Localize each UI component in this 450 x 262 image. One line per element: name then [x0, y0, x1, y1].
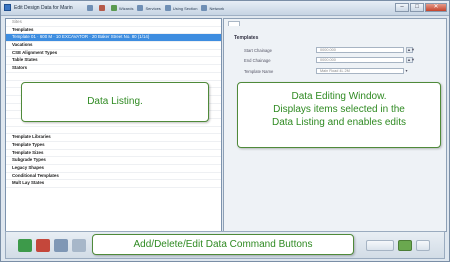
toolbar-cursor-button[interactable] — [99, 5, 107, 12]
minimize-button[interactable]: – — [395, 3, 409, 12]
data-editing-callout-line-3: Data Listing and enables edits — [272, 117, 406, 128]
list-item-selected[interactable]: Template 01 · 600 M · 10 EXCAVATOR · 20 … — [6, 34, 221, 43]
data-listing-callout: Data Listing. — [21, 82, 209, 122]
toolbar-using-section-button[interactable]: Using Section — [164, 5, 197, 12]
end-chainage-stepper[interactable]: ▲▼ — [406, 57, 415, 63]
list-item[interactable]: Subgrade Types — [6, 157, 221, 166]
toolbar-document-button[interactable] — [87, 5, 95, 12]
section-icon — [164, 5, 171, 11]
list-item[interactable]: Stators — [6, 65, 221, 73]
add-button[interactable] — [18, 239, 32, 252]
data-listing-panel: Sites Templates Template 01 · 600 M · 10 E… — [5, 18, 222, 232]
list-item[interactable]: Table States — [6, 57, 221, 66]
document-icon — [87, 5, 93, 11]
list-item[interactable]: Conditional Templates — [6, 173, 221, 181]
list-item[interactable]: Vacations — [6, 42, 221, 50]
list-item[interactable]: Mult Lay States — [6, 180, 221, 189]
data-editing-callout-line-1: Data Editing Window. — [291, 91, 387, 102]
end-chainage-input[interactable]: 0000.000 — [316, 57, 404, 63]
list-item[interactable]: Template Sizes — [6, 150, 221, 158]
template-name-label: Template Name — [244, 69, 274, 74]
list-item[interactable]: Templates — [6, 27, 221, 35]
toolbar: Wizards Services Using Section Network — [87, 4, 379, 12]
window-controls: – □ ✕ — [395, 3, 447, 12]
apply-button[interactable] — [366, 240, 394, 251]
cursor-icon — [99, 5, 105, 11]
wand-icon — [111, 5, 117, 11]
start-chainage-input[interactable]: 0000.000 — [316, 47, 404, 53]
toolbar-wizards-button[interactable]: Wizards — [111, 5, 133, 12]
list-item[interactable]: Template Libraries — [6, 134, 221, 142]
list-item[interactable] — [6, 73, 221, 81]
window-title: Edit Design Data for Marin — [14, 5, 73, 11]
editor-section-title: Templates — [234, 35, 259, 41]
template-name-select[interactable]: Main Road 4L 2M — [316, 68, 404, 74]
chevron-down-icon[interactable]: ▾ — [402, 68, 411, 74]
copy-button[interactable] — [54, 239, 68, 252]
list-item[interactable]: CSE Alignment Types — [6, 50, 221, 58]
start-chainage-stepper[interactable]: ▲▼ — [406, 47, 415, 53]
command-buttons-callout: Add/Delete/Edit Data Command Buttons — [92, 234, 354, 255]
app-icon — [4, 4, 11, 11]
network-icon — [201, 5, 208, 11]
start-chainage-label: Start Chainage — [244, 48, 272, 53]
close-button[interactable]: ✕ — [425, 3, 447, 12]
toolbar-network-button[interactable]: Network — [201, 5, 224, 12]
edit-design-data-window: Edit Design Data for Marin Wizards Servi… — [0, 0, 450, 262]
maximize-button[interactable]: □ — [410, 3, 424, 12]
data-editing-callout-line-2: Displays items selected in the — [273, 104, 405, 115]
list-item[interactable] — [6, 127, 221, 135]
ok-button[interactable] — [398, 240, 412, 251]
cancel-button[interactable] — [416, 240, 430, 251]
title-bar: Edit Design Data for Marin Wizards Servi… — [1, 1, 449, 16]
list-item[interactable]: Sites — [6, 19, 221, 27]
list-item[interactable]: Template Types — [6, 142, 221, 150]
editor-tab[interactable] — [228, 21, 240, 26]
gear-icon — [137, 5, 144, 11]
toolbar-services-button[interactable]: Services — [137, 5, 161, 12]
edit-button[interactable] — [72, 239, 86, 252]
end-chainage-label: End Chainage — [244, 58, 271, 63]
list-item[interactable]: Legacy Shapes — [6, 165, 221, 173]
delete-button[interactable] — [36, 239, 50, 252]
data-editing-callout: Data Editing Window. Displays items sele… — [237, 82, 441, 148]
